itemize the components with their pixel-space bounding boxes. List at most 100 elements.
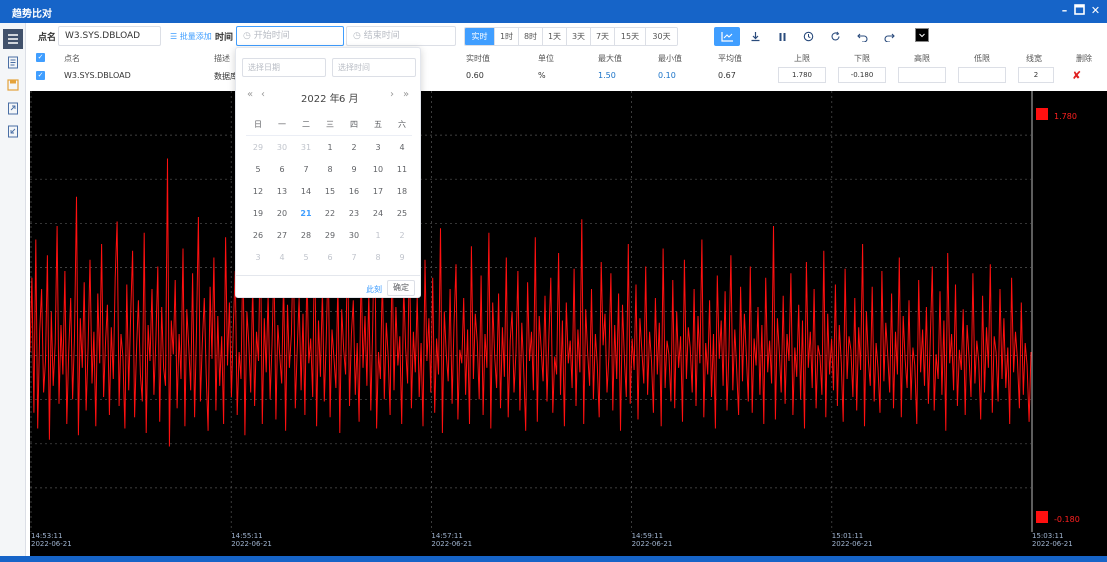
upper-limit-input[interactable]: 1.780 — [778, 67, 826, 83]
day-cell[interactable]: 7 — [294, 165, 318, 174]
range-3d-button[interactable]: 3天 — [567, 28, 591, 45]
minimize-icon[interactable]: – — [1058, 4, 1071, 17]
day-cell[interactable]: 16 — [342, 187, 366, 196]
confirm-button[interactable]: 确定 — [387, 280, 415, 296]
day-cell[interactable]: 2 — [342, 143, 366, 152]
range-1d-button[interactable]: 1天 — [543, 28, 567, 45]
day-cell[interactable]: 27 — [270, 231, 294, 240]
day-cell[interactable]: 2 — [390, 231, 414, 240]
delete-icon[interactable]: ✘ — [1072, 69, 1081, 82]
day-cell[interactable]: 22 — [318, 209, 342, 218]
line-chart-button[interactable] — [714, 27, 740, 46]
trend-list-icon[interactable] — [3, 29, 23, 49]
day-cell[interactable]: 17 — [366, 187, 390, 196]
range-1h-button[interactable]: 1时 — [495, 28, 519, 45]
day-cell[interactable]: 21 — [294, 209, 318, 218]
day-cell[interactable]: 28 — [294, 231, 318, 240]
day-cell[interactable]: 9 — [342, 165, 366, 174]
trend-chart-svg: 14:53:112022-06-2114:55:112022-06-2114:5… — [30, 91, 1080, 548]
header-delete: 删除 — [1076, 54, 1092, 63]
day-cell[interactable]: 18 — [390, 187, 414, 196]
batch-add-link[interactable]: ☰ 批量添加 — [170, 31, 212, 42]
day-cell[interactable]: 9 — [390, 253, 414, 262]
day-cell[interactable]: 8 — [318, 165, 342, 174]
day-cell[interactable]: 31 — [294, 143, 318, 152]
next-year-icon[interactable]: » — [403, 89, 409, 100]
high-limit-input[interactable] — [898, 67, 946, 83]
maximize-icon[interactable] — [1073, 4, 1086, 17]
day-cell[interactable]: 6 — [318, 253, 342, 262]
day-cell[interactable]: 8 — [366, 253, 390, 262]
day-cell[interactable]: 29 — [246, 143, 270, 152]
range-15d-button[interactable]: 15天 — [615, 28, 646, 45]
now-button[interactable]: 此刻 — [366, 284, 382, 295]
time-range-group: 实时 1时 8时 1天 3天 7天 15天 30天 — [464, 27, 678, 46]
day-cell[interactable]: 11 — [390, 165, 414, 174]
point-name-input[interactable]: W3.SYS.DBLOAD — [58, 26, 161, 46]
refresh-icon — [830, 31, 840, 41]
picker-date-input[interactable]: 选择日期 — [242, 58, 326, 77]
close-icon[interactable]: ✕ — [1089, 4, 1102, 17]
start-time-input[interactable]: ◷ 开始时间 — [236, 26, 344, 46]
clock-icon: ◷ — [243, 31, 251, 41]
day-cell[interactable]: 24 — [366, 209, 390, 218]
download-button[interactable] — [742, 27, 768, 46]
day-cell[interactable]: 3 — [246, 253, 270, 262]
day-cell[interactable]: 30 — [270, 143, 294, 152]
x-tick-date: 2022-06-21 — [632, 540, 673, 548]
document-icon[interactable] — [3, 52, 23, 72]
range-30d-button[interactable]: 30天 — [646, 28, 677, 45]
range-7d-button[interactable]: 7天 — [591, 28, 615, 45]
prev-month-icon[interactable]: ‹ — [261, 89, 265, 100]
day-cell[interactable]: 6 — [270, 165, 294, 174]
day-cell[interactable]: 4 — [270, 253, 294, 262]
prev-year-icon[interactable]: « — [247, 89, 253, 100]
lower-limit-input[interactable]: -0.180 — [838, 67, 886, 83]
history-button[interactable] — [795, 27, 821, 46]
picker-month[interactable]: 6 月 — [339, 90, 359, 105]
picker-time-input[interactable]: 选择时间 — [332, 58, 416, 77]
line-width-input[interactable]: 2 — [1018, 67, 1054, 83]
export-icon[interactable] — [3, 98, 23, 118]
range-8h-button[interactable]: 8时 — [519, 28, 543, 45]
day-cell[interactable]: 7 — [342, 253, 366, 262]
day-cell[interactable]: 1 — [318, 143, 342, 152]
weekday-label: 四 — [350, 120, 358, 129]
import-icon[interactable] — [3, 121, 23, 141]
day-cell[interactable]: 15 — [318, 187, 342, 196]
day-cell[interactable]: 3 — [366, 143, 390, 152]
day-cell[interactable]: 20 — [270, 209, 294, 218]
day-cell[interactable]: 26 — [246, 231, 270, 240]
picker-year[interactable]: 2022 年 — [301, 90, 340, 105]
day-cell[interactable]: 13 — [270, 187, 294, 196]
next-month-icon[interactable]: › — [390, 89, 394, 100]
day-cell[interactable]: 12 — [246, 187, 270, 196]
day-cell[interactable]: 5 — [294, 253, 318, 262]
pause-button[interactable] — [769, 27, 795, 46]
day-cell[interactable]: 14 — [294, 187, 318, 196]
select-all-checkbox[interactable]: ✓ — [36, 53, 45, 62]
undo-button[interactable] — [849, 27, 875, 46]
x-tick-date: 2022-06-21 — [31, 540, 72, 548]
refresh-button[interactable] — [822, 27, 848, 46]
row-checkbox[interactable]: ✓ — [36, 71, 45, 80]
row-max: 1.50 — [598, 71, 616, 80]
day-cell[interactable]: 30 — [342, 231, 366, 240]
low-limit-input[interactable] — [958, 67, 1006, 83]
day-cell[interactable]: 25 — [390, 209, 414, 218]
redo-button[interactable] — [876, 27, 902, 46]
line-color-picker[interactable] — [915, 28, 929, 42]
day-cell[interactable]: 19 — [246, 209, 270, 218]
day-cell[interactable]: 29 — [318, 231, 342, 240]
list-icon: ☰ — [170, 32, 178, 41]
clock-icon: ◷ — [353, 31, 361, 41]
x-tick-time: 14:59:11 — [632, 532, 663, 540]
day-cell[interactable]: 23 — [342, 209, 366, 218]
day-cell[interactable]: 1 — [366, 231, 390, 240]
day-cell[interactable]: 10 — [366, 165, 390, 174]
day-cell[interactable]: 4 — [390, 143, 414, 152]
save-icon[interactable] — [3, 75, 23, 95]
range-realtime-button[interactable]: 实时 — [465, 28, 495, 45]
end-time-input[interactable]: ◷ 结束时间 — [346, 26, 456, 46]
day-cell[interactable]: 5 — [246, 165, 270, 174]
